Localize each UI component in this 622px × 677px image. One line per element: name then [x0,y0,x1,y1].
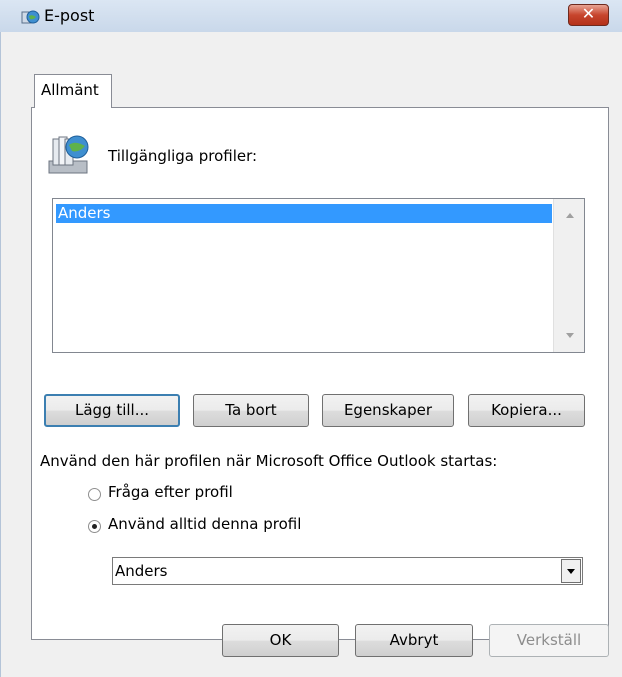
mail-globe-icon [21,10,40,24]
remove-profile-button[interactable]: Ta bort [193,394,309,427]
close-button[interactable]: ✕ [568,4,609,26]
list-item[interactable]: Anders [56,204,552,223]
profiles-listbox[interactable]: Anders [52,198,585,353]
tab-allmant[interactable]: Allmänt [34,74,112,108]
apply-button: Verkställ [489,624,609,657]
copy-profile-button[interactable]: Kopiera... [468,394,585,427]
profile-dropdown[interactable]: Anders [112,557,583,585]
startup-label: Använd den här profilen när Microsoft Of… [40,452,498,470]
scroll-down-icon[interactable] [566,333,574,338]
close-icon: ✕ [581,4,596,23]
title-bar[interactable]: E-post ✕ [0,0,622,33]
profiles-label: Tillgängliga profiler: [108,147,258,165]
window-title: E-post [44,6,95,25]
chevron-down-icon[interactable] [561,559,581,583]
radio-always-profile[interactable] [88,520,101,533]
scroll-up-icon[interactable] [566,213,574,218]
dropdown-value: Anders [115,562,168,580]
add-profile-button[interactable]: Lägg till... [44,394,180,427]
radio-ask-profile[interactable] [88,488,101,501]
cancel-button[interactable]: Avbryt [355,624,473,657]
listbox-scrollbar[interactable] [553,199,584,352]
properties-button[interactable]: Egenskaper [322,394,454,427]
radio-ask-profile-label[interactable]: Fråga efter profil [108,483,233,501]
ok-button[interactable]: OK [222,624,339,657]
radio-always-profile-label[interactable]: Använd alltid denna profil [108,515,301,533]
tab-label: Allmänt [41,81,99,99]
profiles-icon [48,135,89,174]
